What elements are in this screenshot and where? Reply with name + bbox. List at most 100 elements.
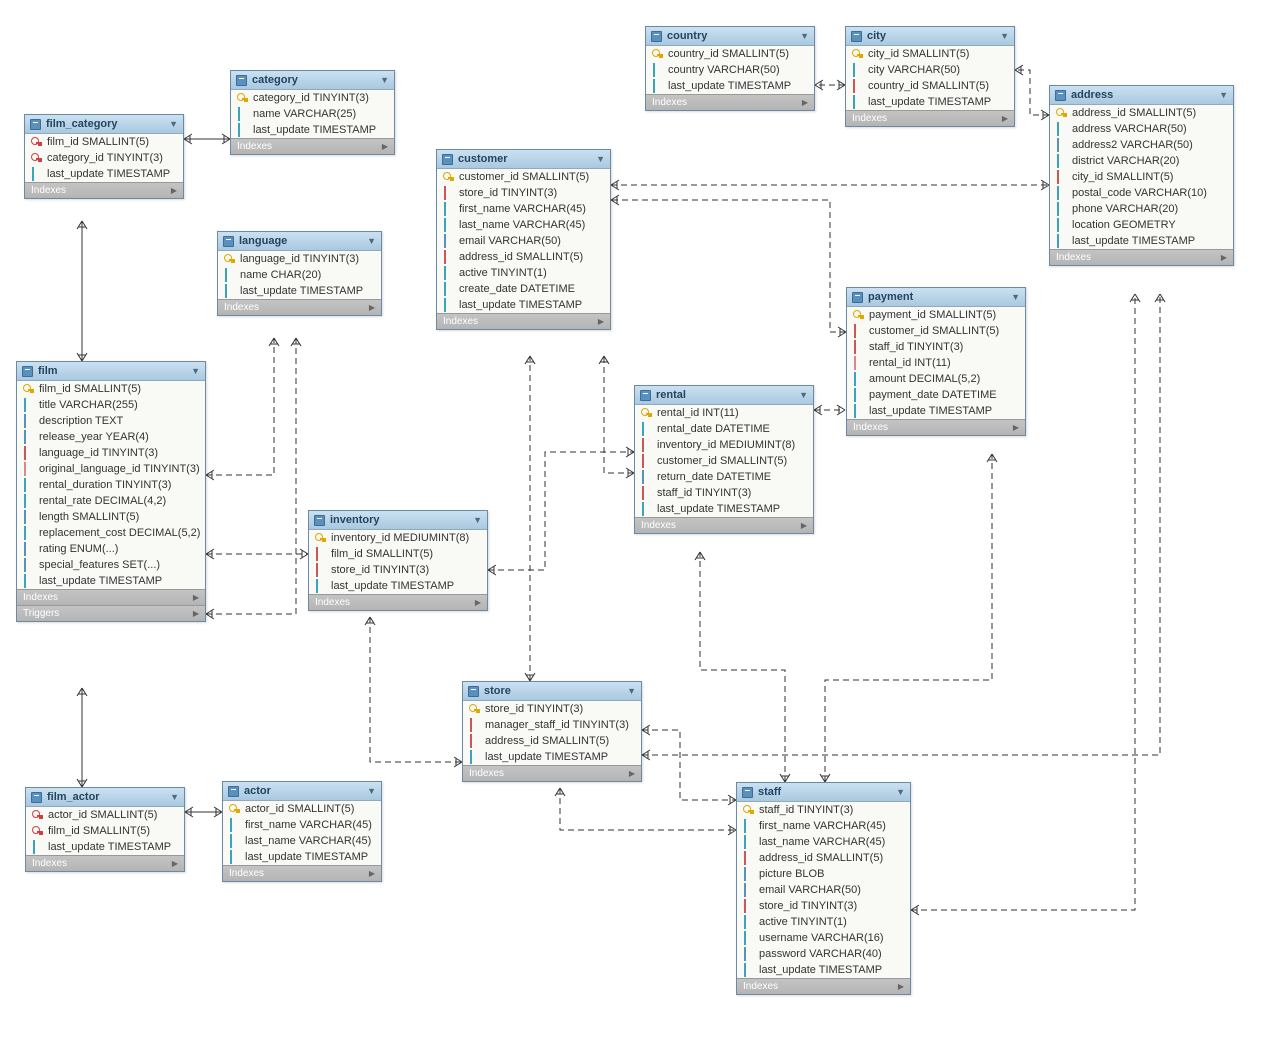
column-row[interactable]: return_date DATETIME — [635, 469, 813, 485]
column-row[interactable]: last_update TIMESTAMP — [17, 573, 205, 589]
expand-icon[interactable]: ▶ — [629, 769, 635, 778]
expand-icon[interactable]: ▶ — [171, 186, 177, 195]
column-row[interactable]: first_name VARCHAR(45) — [223, 817, 381, 833]
column-row[interactable]: first_name VARCHAR(45) — [737, 818, 910, 834]
column-row[interactable]: film_id SMALLINT(5) — [26, 823, 184, 839]
column-row[interactable]: location GEOMETRY — [1050, 217, 1233, 233]
column-row[interactable]: film_id SMALLINT(5) — [17, 381, 205, 397]
column-row[interactable]: category_id TINYINT(3) — [25, 150, 183, 166]
column-row[interactable]: address_id SMALLINT(5) — [437, 249, 610, 265]
column-row[interactable]: payment_id SMALLINT(5) — [847, 307, 1025, 323]
column-row[interactable]: film_id SMALLINT(5) — [309, 546, 487, 562]
column-row[interactable]: country_id SMALLINT(5) — [846, 78, 1014, 94]
collapse-icon[interactable]: ▼ — [367, 786, 376, 796]
column-row[interactable]: amount DECIMAL(5,2) — [847, 371, 1025, 387]
column-row[interactable]: release_year YEAR(4) — [17, 429, 205, 445]
table-film[interactable]: film▼film_id SMALLINT(5)title VARCHAR(25… — [16, 361, 206, 622]
expand-icon[interactable]: ▶ — [475, 598, 481, 607]
indexes-footer[interactable]: Indexes▶ — [437, 313, 610, 329]
column-row[interactable]: description TEXT — [17, 413, 205, 429]
table-header[interactable]: inventory▼ — [309, 511, 487, 530]
table-actor[interactable]: actor▼actor_id SMALLINT(5)first_name VAR… — [222, 781, 382, 882]
column-row[interactable]: first_name VARCHAR(45) — [437, 201, 610, 217]
column-row[interactable]: actor_id SMALLINT(5) — [223, 801, 381, 817]
table-inventory[interactable]: inventory▼inventory_id MEDIUMINT(8)film_… — [308, 510, 488, 611]
column-row[interactable]: phone VARCHAR(20) — [1050, 201, 1233, 217]
table-category[interactable]: category▼category_id TINYINT(3)name VARC… — [230, 70, 395, 155]
column-row[interactable]: last_update TIMESTAMP — [218, 283, 381, 299]
column-row[interactable]: rental_duration TINYINT(3) — [17, 477, 205, 493]
collapse-icon[interactable]: ▼ — [380, 75, 389, 85]
expand-icon[interactable]: ▶ — [193, 593, 199, 602]
collapse-icon[interactable]: ▼ — [1011, 292, 1020, 302]
column-row[interactable]: address VARCHAR(50) — [1050, 121, 1233, 137]
table-header[interactable]: category▼ — [231, 71, 394, 90]
column-row[interactable]: last_update TIMESTAMP — [846, 94, 1014, 110]
column-row[interactable]: last_update TIMESTAMP — [847, 403, 1025, 419]
column-row[interactable]: email VARCHAR(50) — [737, 882, 910, 898]
column-row[interactable]: original_language_id TINYINT(3) — [17, 461, 205, 477]
table-store[interactable]: store▼store_id TINYINT(3)manager_staff_i… — [462, 681, 642, 782]
table-rental[interactable]: rental▼rental_id INT(11)rental_date DATE… — [634, 385, 814, 534]
column-row[interactable]: language_id TINYINT(3) — [17, 445, 205, 461]
column-row[interactable]: title VARCHAR(255) — [17, 397, 205, 413]
table-language[interactable]: language▼language_id TINYINT(3)name CHAR… — [217, 231, 382, 316]
column-row[interactable]: last_update TIMESTAMP — [437, 297, 610, 313]
table-header[interactable]: country▼ — [646, 27, 814, 46]
expand-icon[interactable]: ▶ — [801, 521, 807, 530]
column-row[interactable]: district VARCHAR(20) — [1050, 153, 1233, 169]
column-row[interactable]: store_id TINYINT(3) — [437, 185, 610, 201]
column-row[interactable]: last_name VARCHAR(45) — [437, 217, 610, 233]
column-row[interactable]: address_id SMALLINT(5) — [1050, 105, 1233, 121]
indexes-footer[interactable]: Indexes▶ — [25, 182, 183, 198]
column-row[interactable]: last_update TIMESTAMP — [223, 849, 381, 865]
table-header[interactable]: city▼ — [846, 27, 1014, 46]
column-row[interactable]: country_id SMALLINT(5) — [646, 46, 814, 62]
column-row[interactable]: address_id SMALLINT(5) — [463, 733, 641, 749]
column-row[interactable]: rental_rate DECIMAL(4,2) — [17, 493, 205, 509]
collapse-icon[interactable]: ▼ — [170, 792, 179, 802]
column-row[interactable]: inventory_id MEDIUMINT(8) — [635, 437, 813, 453]
expand-icon[interactable]: ▶ — [1221, 253, 1227, 262]
column-row[interactable]: category_id TINYINT(3) — [231, 90, 394, 106]
column-row[interactable]: customer_id SMALLINT(5) — [635, 453, 813, 469]
collapse-icon[interactable]: ▼ — [896, 787, 905, 797]
indexes-footer[interactable]: Indexes▶ — [26, 855, 184, 871]
collapse-icon[interactable]: ▼ — [596, 154, 605, 164]
expand-icon[interactable]: ▶ — [369, 303, 375, 312]
column-row[interactable]: payment_date DATETIME — [847, 387, 1025, 403]
column-row[interactable]: postal_code VARCHAR(10) — [1050, 185, 1233, 201]
column-row[interactable]: last_update TIMESTAMP — [463, 749, 641, 765]
table-header[interactable]: payment▼ — [847, 288, 1025, 307]
expand-icon[interactable]: ▶ — [898, 982, 904, 991]
indexes-footer[interactable]: Indexes▶ — [646, 94, 814, 110]
table-header[interactable]: rental▼ — [635, 386, 813, 405]
table-country[interactable]: country▼country_id SMALLINT(5)country VA… — [645, 26, 815, 111]
table-header[interactable]: film_actor▼ — [26, 788, 184, 807]
column-row[interactable]: name CHAR(20) — [218, 267, 381, 283]
column-row[interactable]: username VARCHAR(16) — [737, 930, 910, 946]
table-header[interactable]: language▼ — [218, 232, 381, 251]
column-row[interactable]: actor_id SMALLINT(5) — [26, 807, 184, 823]
column-row[interactable]: staff_id TINYINT(3) — [635, 485, 813, 501]
collapse-icon[interactable]: ▼ — [1219, 90, 1228, 100]
collapse-icon[interactable]: ▼ — [627, 686, 636, 696]
column-row[interactable]: last_name VARCHAR(45) — [223, 833, 381, 849]
table-header[interactable]: customer▼ — [437, 150, 610, 169]
table-header[interactable]: staff▼ — [737, 783, 910, 802]
column-row[interactable]: customer_id SMALLINT(5) — [437, 169, 610, 185]
expand-icon[interactable]: ▶ — [193, 609, 199, 618]
table-staff[interactable]: staff▼staff_id TINYINT(3)first_name VARC… — [736, 782, 911, 995]
collapse-icon[interactable]: ▼ — [169, 119, 178, 129]
column-row[interactable]: store_id TINYINT(3) — [309, 562, 487, 578]
collapse-icon[interactable]: ▼ — [367, 236, 376, 246]
column-row[interactable]: special_features SET(...) — [17, 557, 205, 573]
indexes-footer[interactable]: Indexes▶ — [847, 419, 1025, 435]
column-row[interactable]: email VARCHAR(50) — [437, 233, 610, 249]
column-row[interactable]: active TINYINT(1) — [737, 914, 910, 930]
column-row[interactable]: rental_id INT(11) — [635, 405, 813, 421]
column-row[interactable]: staff_id TINYINT(3) — [847, 339, 1025, 355]
expand-icon[interactable]: ▶ — [172, 859, 178, 868]
column-row[interactable]: customer_id SMALLINT(5) — [847, 323, 1025, 339]
indexes-footer[interactable]: Indexes▶ — [218, 299, 381, 315]
